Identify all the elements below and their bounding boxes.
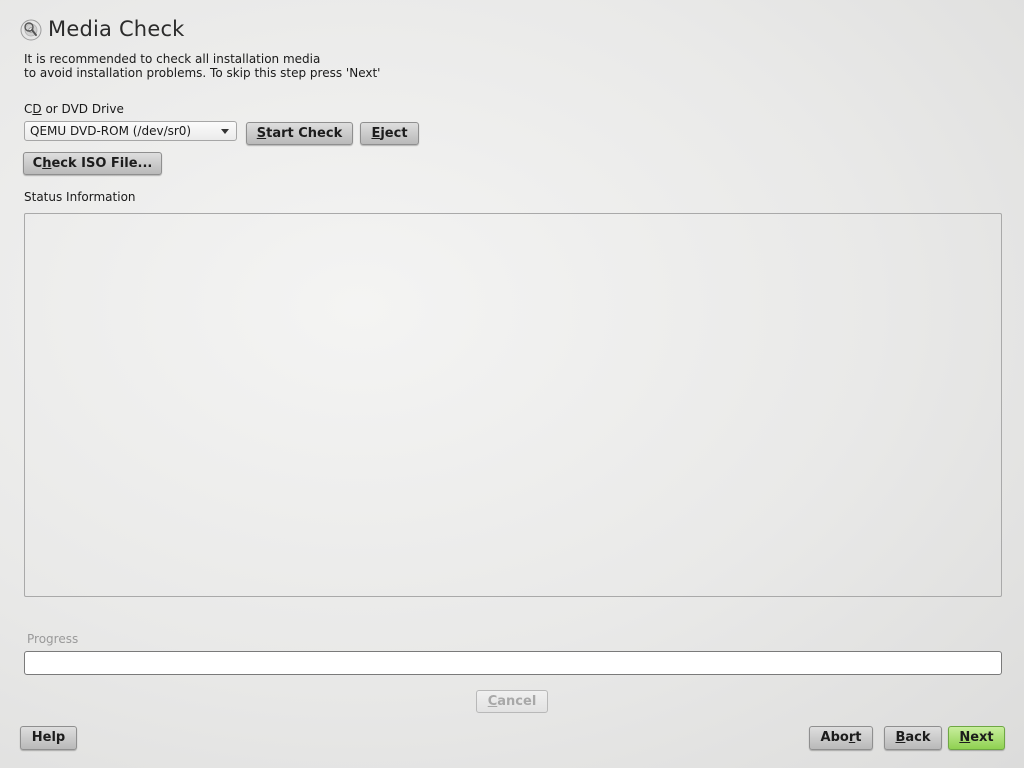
check-iso-label: C <box>32 156 43 171</box>
next-accel: N <box>959 730 971 745</box>
intro-line-2: to avoid installation problems. To skip … <box>24 66 381 80</box>
drive-label-part: or DVD Drive <box>41 102 124 116</box>
status-information-label: Status Information <box>24 190 136 204</box>
chevron-down-icon <box>221 129 229 134</box>
check-iso-file-button[interactable]: Check ISO File... <box>23 152 162 175</box>
start-check-label: tart Check <box>266 126 343 141</box>
cancel-label: ancel <box>497 694 537 709</box>
eject-accel: E <box>371 126 381 141</box>
media-check-disc-icon <box>20 19 42 41</box>
abort-label: t <box>855 730 862 745</box>
start-check-accel: S <box>256 126 267 141</box>
progress-bar <box>24 651 1002 675</box>
help-button[interactable]: Help <box>20 726 77 750</box>
next-label: ext <box>970 730 994 745</box>
abort-button[interactable]: Abort <box>809 726 873 750</box>
cancel-accel: C <box>487 694 498 709</box>
drive-label: CD or DVD Drive <box>24 102 124 116</box>
start-check-button[interactable]: Start Check <box>246 122 353 145</box>
intro-text: It is recommended to check all installat… <box>24 52 380 80</box>
abort-label: Abo <box>820 730 849 745</box>
cancel-button[interactable]: Cancel <box>476 690 548 713</box>
next-button[interactable]: Next <box>948 726 1005 750</box>
back-label: ack <box>905 730 931 745</box>
eject-button[interactable]: Eject <box>360 122 419 145</box>
check-iso-label: eck ISO File... <box>51 156 153 171</box>
back-accel: B <box>895 730 906 745</box>
help-label: Help <box>31 730 66 745</box>
page-title: Media Check <box>48 17 185 41</box>
drive-select[interactable]: QEMU DVD-ROM (/dev/sr0) <box>24 121 237 141</box>
drive-label-accel: D <box>32 102 42 116</box>
intro-line-1: It is recommended to check all installat… <box>24 52 321 66</box>
back-button[interactable]: Back <box>884 726 942 750</box>
status-information-box <box>24 213 1002 597</box>
drive-select-value: QEMU DVD-ROM (/dev/sr0) <box>30 124 192 138</box>
eject-label: ject <box>380 126 408 141</box>
progress-label: Progress <box>27 632 79 646</box>
